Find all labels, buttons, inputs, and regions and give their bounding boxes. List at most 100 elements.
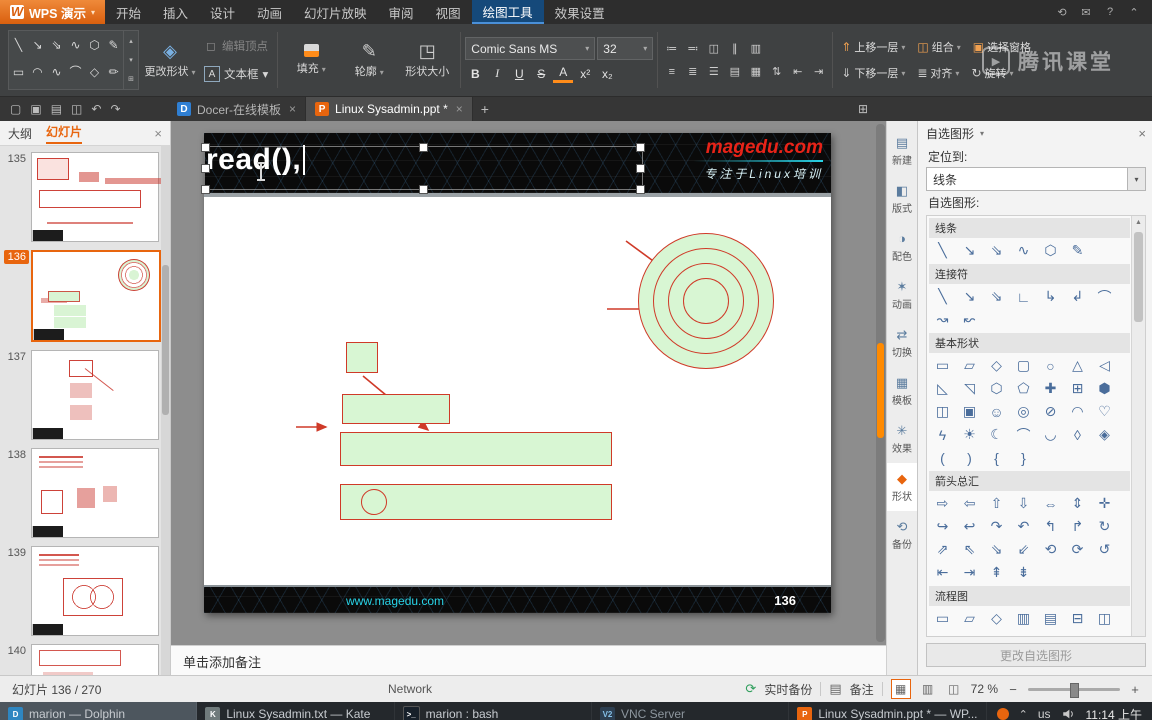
shape-icon[interactable]: ○ (1037, 354, 1064, 377)
arrange-button[interactable]: ≣ 对齐 ▾ (913, 62, 963, 84)
new-icon[interactable]: ▢ (10, 102, 21, 116)
shape-icon[interactable]: ╲ (929, 239, 956, 262)
concentric-circles-shape[interactable] (638, 233, 774, 369)
wps-tray-icon[interactable] (996, 708, 1009, 720)
shape-icon[interactable]: ϟ (929, 423, 956, 446)
shape-icon[interactable]: ◈ (1091, 423, 1118, 446)
shape-icon[interactable]: ▭ (929, 354, 956, 377)
selection-handle[interactable] (201, 185, 210, 194)
alignment-tool-icon[interactable]: ☰ (704, 62, 723, 81)
shape-icon[interactable]: ╲ (929, 285, 956, 308)
volume-icon[interactable] (1061, 707, 1076, 720)
menu-item[interactable]: 插入 (152, 0, 199, 24)
strikethrough-button[interactable]: S (531, 64, 551, 83)
shape-icon[interactable]: ⟳ (1064, 538, 1091, 561)
green-rectangle-small[interactable] (346, 342, 378, 373)
alignment-tool-icon[interactable]: ≣ (683, 62, 702, 81)
shape-icon[interactable]: ↺ (1091, 538, 1118, 561)
shape-icon[interactable]: ⇤ (929, 561, 956, 584)
print-icon[interactable]: ▤ (51, 102, 62, 116)
shape-icon[interactable]: ↶ (1010, 515, 1037, 538)
shape-icon[interactable]: ↷ (983, 515, 1010, 538)
slide-thumbnail[interactable]: 135 (4, 152, 160, 242)
font-size-select[interactable]: 32 ▾ (597, 37, 654, 60)
paragraph-tool-icon[interactable]: ◫ (704, 39, 723, 58)
shape-icon[interactable]: ↳ (1037, 285, 1064, 308)
gallery-up-icon[interactable]: ▴ (124, 31, 138, 50)
shape-icon[interactable]: ⇕ (1064, 492, 1091, 515)
slide-thumbnail[interactable]: 136 (4, 250, 161, 342)
shape-icon[interactable]: ◫ (929, 400, 956, 423)
shape-gallery-icon[interactable]: ╲ (9, 31, 28, 58)
shape-icon[interactable]: ↜ (956, 308, 983, 331)
shape-icon[interactable]: ▢ (1010, 354, 1037, 377)
new-tab-button[interactable]: + (473, 97, 497, 121)
shape-icon[interactable]: ⇨ (929, 492, 956, 515)
zoom-in-button[interactable]: + (1128, 682, 1142, 697)
close-tab-icon[interactable]: × (289, 102, 296, 116)
shape-gallery-icon[interactable]: ✎ (104, 31, 123, 58)
arrange-button[interactable]: ▣ 选择窗格 (969, 36, 1038, 58)
alignment-tool-icon[interactable]: ⇥ (809, 62, 828, 81)
tray-expand-icon[interactable]: ⌃ (1019, 708, 1028, 720)
shape-gallery-icon[interactable]: ✏ (104, 58, 123, 85)
slide-thumbnail[interactable]: 138 (4, 448, 160, 538)
alignment-tool-icon[interactable]: ⇅ (767, 62, 786, 81)
shape-gallery-icon[interactable]: ∿ (47, 58, 66, 85)
menu-item[interactable]: 审阅 (378, 0, 425, 24)
bold-button[interactable]: B (465, 64, 485, 83)
undo-icon[interactable]: ↶ (91, 102, 101, 116)
close-icon[interactable]: × (154, 126, 162, 141)
panel-scroll-thumb[interactable] (1134, 232, 1143, 322)
arrange-button[interactable]: ↻ 旋转 ▾ (967, 62, 1017, 84)
paragraph-tool-icon[interactable]: ≕ (683, 39, 702, 58)
menu-item[interactable]: 动画 (246, 0, 293, 24)
side-tool[interactable]: ◑ 配色 (887, 223, 917, 271)
arrange-button[interactable]: ⇓ 下移一层 ▾ (837, 62, 909, 84)
gallery-down-icon[interactable]: ▾ (124, 50, 138, 69)
tab-slides[interactable]: 幻灯片 (46, 123, 83, 144)
alignment-tool-icon[interactable]: ▤ (725, 62, 744, 81)
shape-icon[interactable]: ◎ (1010, 400, 1037, 423)
slide-canvas[interactable]: read(), magedu.com 专注于Linux培训 www.magedu… (201, 133, 831, 613)
shape-icon[interactable]: ⇘ (983, 538, 1010, 561)
shape-icon[interactable]: ↝ (929, 308, 956, 331)
taskbar-item[interactable]: D marion — Dolphin (0, 702, 198, 720)
alignment-tool-icon[interactable]: ▦ (746, 62, 765, 81)
shape-icon[interactable]: ⇧ (983, 492, 1010, 515)
shape-icon[interactable]: ↱ (1064, 515, 1091, 538)
sidebar-scrollbar[interactable] (161, 145, 170, 675)
slide-thumbnail[interactable]: 140 (4, 644, 160, 675)
shape-icon[interactable]: ▥ (1010, 607, 1037, 630)
document-tab[interactable]: P Linux Sysadmin.ppt * × (306, 97, 473, 121)
slide-sorter-view-icon[interactable]: ▥ (919, 680, 937, 698)
close-tab-icon[interactable]: × (456, 102, 463, 116)
shape-icon[interactable]: ⇩ (1010, 492, 1037, 515)
shape-icon[interactable]: ◊ (1010, 630, 1037, 637)
zoom-slider-thumb[interactable] (1070, 682, 1079, 698)
shape-icon[interactable]: ∟ (1010, 285, 1037, 308)
shape-icon[interactable]: ◫ (1091, 607, 1118, 630)
shape-icon[interactable]: ⟲ (1037, 538, 1064, 561)
slide-footer-band[interactable]: www.magedu.com 136 (204, 585, 831, 613)
side-tool[interactable]: ▤ 新建 (887, 127, 917, 175)
shape-icon[interactable]: ↻ (1091, 515, 1118, 538)
shape-icon[interactable]: ⇞ (983, 561, 1010, 584)
side-tool[interactable]: ▦ 模板 (887, 367, 917, 415)
shape-gallery-icon[interactable]: ↘ (28, 31, 47, 58)
outline-button[interactable]: ✎ 轮廓 ▾ (340, 26, 398, 94)
shape-icon[interactable]: ▷ (983, 630, 1010, 636)
zoom-out-button[interactable]: − (1006, 682, 1020, 697)
redo-icon[interactable]: ↷ (110, 102, 120, 116)
goto-select[interactable]: 线条 ▾ (926, 167, 1146, 191)
shape-size-button[interactable]: ◳ 形状大小 (398, 26, 456, 94)
slide-header-band[interactable]: read(), magedu.com 专注于Linux培训 (201, 133, 831, 197)
shape-icon[interactable]: ☺ (983, 400, 1010, 423)
alignment-tool-icon[interactable]: ≡ (662, 62, 681, 81)
shape-icon[interactable]: ◎ (1064, 630, 1091, 636)
shape-icon[interactable]: ☾ (983, 423, 1010, 446)
shape-icon[interactable]: ⊞ (1064, 377, 1091, 400)
slide-thumbnail[interactable]: 139 (4, 546, 160, 636)
shape-gallery-icon[interactable]: ◇ (85, 58, 104, 85)
preview-icon[interactable]: ◫ (71, 102, 82, 116)
